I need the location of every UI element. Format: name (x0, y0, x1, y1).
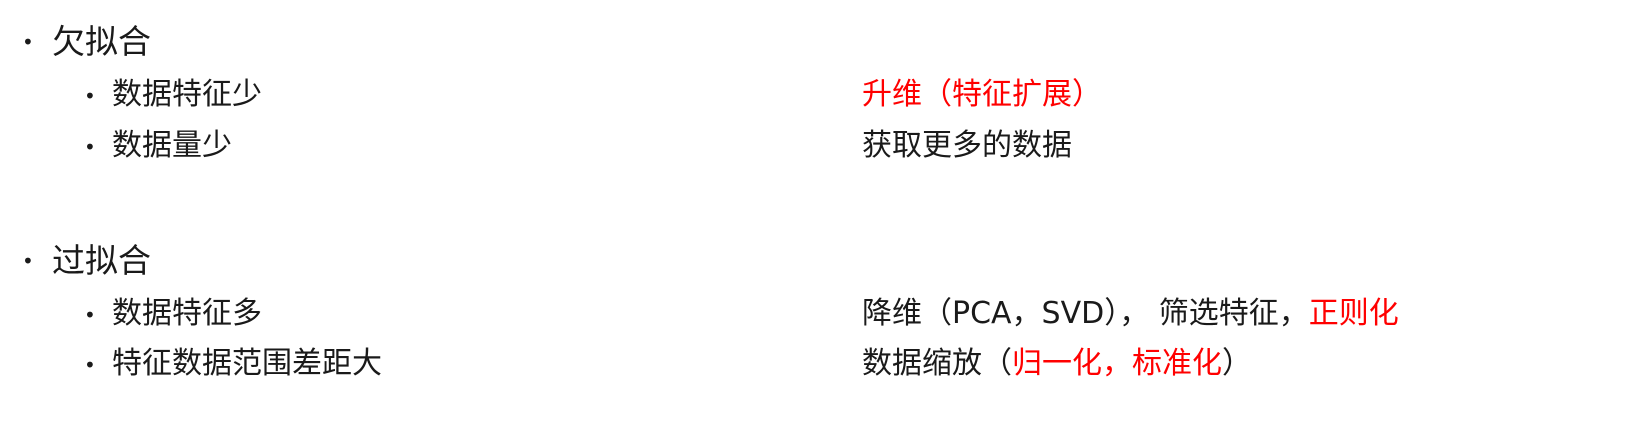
section-heading-overfitting: 过拟合 (52, 241, 151, 280)
remedy-text: 数据缩放（归一化，标准化） (862, 349, 1252, 379)
remedy-text: 升维（特征扩展） (862, 80, 1102, 110)
bullet-icon: • (22, 249, 34, 273)
issue-label: 特征数据范围差距大 (112, 346, 382, 381)
remedy-segment: ） (1222, 346, 1252, 381)
bullet-icon: • (22, 30, 34, 54)
remedy-segment: 获取更多的数据 (862, 128, 1072, 163)
remedy-text: 降维（PCA，SVD）， 筛选特征，正则化 (862, 299, 1399, 329)
bullet-icon: • (84, 303, 96, 327)
bullet-icon: • (84, 135, 96, 159)
issue-label: 数据特征多 (112, 296, 262, 331)
remedy-segment: 升维（特征扩展） (862, 77, 1102, 112)
remedy-text: 获取更多的数据 (862, 131, 1072, 161)
remedy-segment: 归一化，标准化 (1012, 346, 1222, 381)
bullet-icon: • (84, 84, 96, 108)
section-heading-underfitting: 欠拟合 (52, 22, 151, 61)
remedy-segment: 正则化 (1308, 296, 1399, 331)
remedy-segment: 数据缩放（ (862, 346, 1012, 381)
bullet-icon: • (84, 353, 96, 377)
issue-label: 数据特征少 (112, 77, 262, 112)
issue-label: 数据量少 (112, 128, 232, 163)
remedy-segment: 降维（PCA，SVD）， 筛选特征， (862, 296, 1309, 331)
